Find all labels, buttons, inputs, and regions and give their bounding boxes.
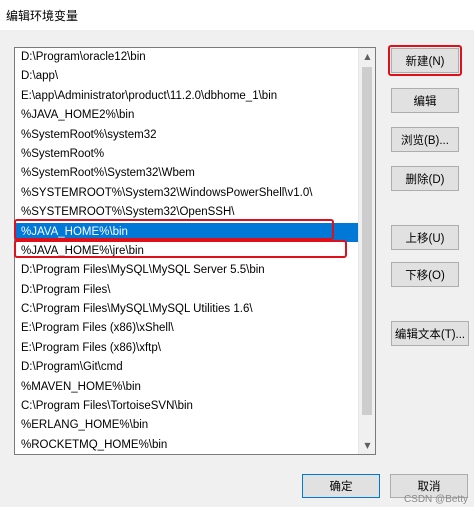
path-list-item[interactable]: D:\Program Files\	[15, 281, 359, 300]
path-list-item[interactable]: %ERLANG_HOME%\bin	[15, 416, 359, 435]
edit-button[interactable]: 编辑	[391, 88, 459, 113]
path-listbox[interactable]: D:\Program\oracle12\bin D:\app\ E:\app\Adm…	[14, 47, 376, 455]
new-button[interactable]: 新建(N)	[391, 48, 459, 73]
path-list-item[interactable]: %JAVA_HOME2%\bin	[15, 106, 359, 125]
title-bar: 编辑环境变量	[0, 0, 474, 30]
path-list-item[interactable]: D:\Program Files\MySQL\MySQL Server 5.5\…	[15, 261, 359, 280]
path-list-item[interactable]: %SystemRoot%\System32\Wbem	[15, 164, 359, 183]
path-list-item[interactable]: %JAVA_HOME%\bin	[15, 222, 359, 242]
scroll-down-arrow-icon[interactable]: ▼	[359, 437, 375, 454]
path-list-item[interactable]: %JAVA_HOME%\jre\bin	[15, 242, 359, 261]
window-title: 编辑环境变量	[6, 8, 79, 23]
path-list-item[interactable]: C:\Program Files\TortoiseSVN\bin	[15, 397, 359, 416]
path-list-item[interactable]: C:\Program Files\MySQL\MySQL Utilities 1…	[15, 300, 359, 319]
vertical-scrollbar[interactable]: ▲ ▼	[358, 48, 375, 454]
browse-button[interactable]: 浏览(B)...	[391, 127, 459, 152]
path-list-item[interactable]: E:\app\Administrator\product\11.2.0\dbho…	[15, 87, 359, 106]
scrollbar-thumb[interactable]	[362, 67, 372, 415]
path-list: D:\Program\oracle12\bin D:\app\ E:\app\Adm…	[15, 48, 359, 454]
path-list-item[interactable]: %SystemRoot%	[15, 145, 359, 164]
ok-button[interactable]: 确定	[302, 474, 380, 498]
path-list-item[interactable]: D:\Program\Git\cmd	[15, 358, 359, 377]
scroll-up-arrow-icon[interactable]: ▲	[359, 48, 375, 65]
edit-text-button[interactable]: 编辑文本(T)...	[391, 321, 469, 346]
watermark: CSDN @Betty	[403, 494, 468, 505]
path-list-item[interactable]: D:\Program\oracle12\bin	[15, 48, 359, 67]
path-list-item[interactable]: %MAVEN_HOME%\bin	[15, 378, 359, 397]
path-list-item[interactable]: %SYSTEMROOT%\System32\WindowsPowerShell\…	[15, 184, 359, 203]
path-list-item[interactable]: E:\Program Files (x86)\xftp\	[15, 339, 359, 358]
path-list-item[interactable]: %ROCKETMQ_HOME%\bin	[15, 436, 359, 454]
move-up-button[interactable]: 上移(U)	[391, 225, 459, 250]
path-list-item[interactable]: %SystemRoot%\system32	[15, 126, 359, 145]
path-list-item[interactable]: %SYSTEMROOT%\System32\OpenSSH\	[15, 203, 359, 222]
move-down-button[interactable]: 下移(O)	[391, 262, 459, 287]
path-list-item[interactable]: D:\app\	[15, 67, 359, 86]
delete-button[interactable]: 删除(D)	[391, 166, 459, 191]
path-list-item[interactable]: E:\Program Files (x86)\xShell\	[15, 319, 359, 338]
